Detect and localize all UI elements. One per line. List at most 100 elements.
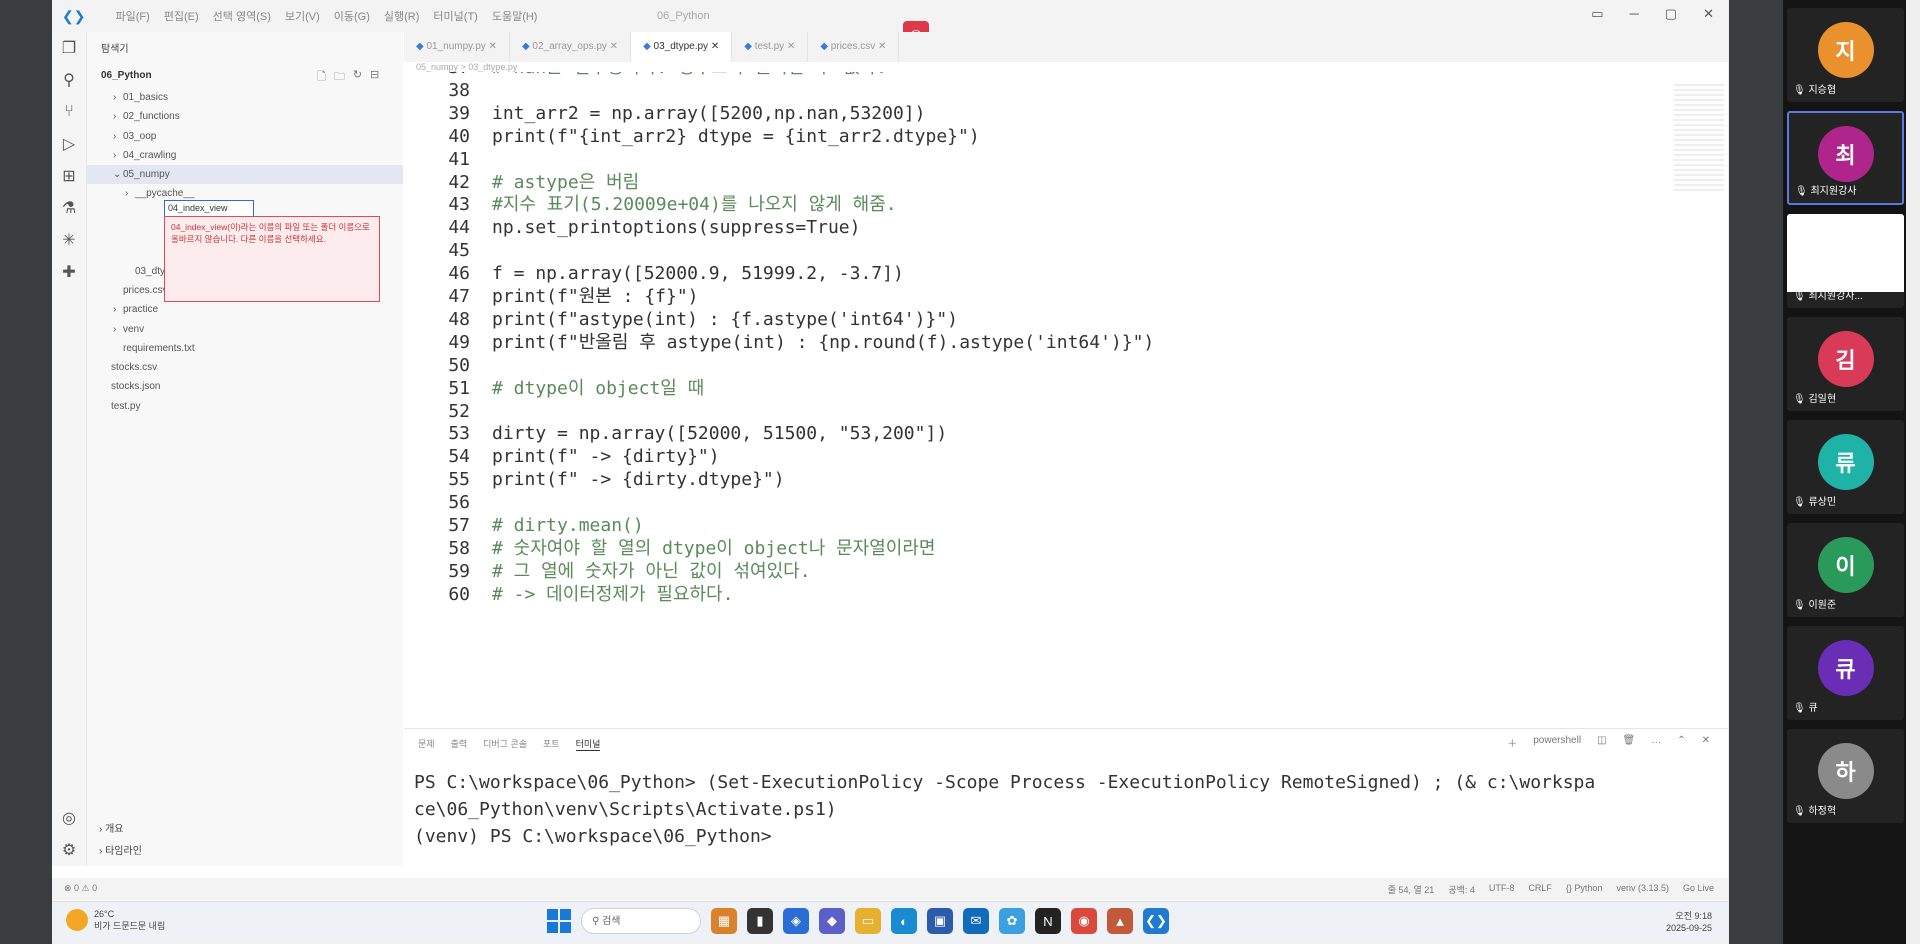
menu-item[interactable]: 보기(V): [285, 8, 320, 24]
collapse-icon[interactable]: ⊟: [370, 68, 379, 87]
project-folder[interactable]: 06_Python: [101, 70, 152, 81]
participant-tile[interactable]: 하 🎙 하정혁: [1787, 729, 1904, 823]
close-button[interactable]: ✕: [1703, 6, 1714, 22]
tree-item[interactable]: › 01_basics: [87, 88, 403, 107]
explorer-icon[interactable]: ❐: [52, 32, 86, 64]
participant-tile[interactable]: 김 🎙 김일현: [1787, 317, 1904, 411]
status-item[interactable]: CRLF: [1528, 883, 1552, 896]
tab-close-icon[interactable]: ✕: [708, 41, 719, 52]
chrome-icon[interactable]: ◉: [1071, 908, 1097, 934]
split-terminal-icon[interactable]: ◫: [1597, 735, 1606, 750]
editor-tab[interactable]: ◆ 02_array_ops.py ✕: [510, 32, 632, 62]
panel-tab[interactable]: 문제: [418, 737, 435, 751]
run-debug-icon[interactable]: ▷: [52, 128, 86, 160]
refresh-icon[interactable]: ↻: [353, 68, 362, 87]
testing-icon[interactable]: ⚗: [52, 192, 86, 224]
status-item[interactable]: {} Python: [1566, 883, 1603, 896]
tree-item[interactable]: › 03_oop: [87, 127, 403, 146]
editor-tab[interactable]: ◆ test.py ✕: [732, 32, 809, 62]
outline-section[interactable]: › 개요: [99, 820, 124, 835]
participant-tile[interactable]: 이 🎙 이원준: [1787, 523, 1904, 617]
code-editor[interactable]: 37# nan은 실수형이다. 정수보다 올라갈 수 없다.3839int_ar…: [404, 72, 1728, 728]
breadcrumb[interactable]: 05_numpy > 03_dtype.py: [416, 62, 517, 72]
outlook-icon[interactable]: ✉: [963, 908, 989, 934]
start-button[interactable]: [547, 909, 571, 933]
problems-count[interactable]: ⊗ 0 ⚠ 0: [64, 883, 97, 894]
participant-tile[interactable]: 류 🎙 류상민: [1787, 420, 1904, 514]
panel-tab[interactable]: 출력: [451, 737, 468, 751]
tree-item[interactable]: › venv: [87, 320, 403, 339]
notion-icon[interactable]: N: [1035, 908, 1061, 934]
status-item[interactable]: Go Live: [1683, 883, 1714, 896]
participant-tile[interactable]: 최 🎙 최지원강사: [1787, 111, 1904, 205]
tree-item[interactable]: › 02_functions: [87, 107, 403, 126]
tree-item[interactable]: stocks.json: [87, 377, 403, 396]
menu-item[interactable]: 이동(G): [334, 8, 370, 24]
tab-close-icon[interactable]: ✕: [784, 41, 795, 52]
settings-icon[interactable]: ⚙: [52, 834, 86, 866]
status-item[interactable]: 줄 54, 열 21: [1388, 883, 1435, 896]
terminal-icon[interactable]: ▮: [747, 908, 773, 934]
maximize-panel-icon[interactable]: ⌃: [1677, 735, 1685, 750]
maximize-button[interactable]: ▢: [1665, 6, 1677, 22]
tree-item[interactable]: stocks.csv: [87, 358, 403, 377]
participant-tile[interactable]: 🎙 최지원강사...: [1787, 214, 1904, 308]
app-icon-2[interactable]: ▲: [1107, 908, 1133, 934]
edge-icon[interactable]: ◐: [891, 908, 917, 934]
new-folder-icon[interactable]: 🗀: [334, 68, 345, 87]
app-icon[interactable]: ▣: [927, 908, 953, 934]
new-file-icon[interactable]: 🗋: [317, 68, 326, 87]
tab-close-icon[interactable]: ✕: [607, 41, 618, 52]
editor-tab[interactable]: ◆ 03_dtype.py ✕: [631, 32, 733, 62]
tree-item[interactable]: ⌄ 05_numpy: [87, 165, 403, 185]
file-explorer-icon[interactable]: ▭: [855, 908, 881, 934]
store-icon[interactable]: ◈: [783, 908, 809, 934]
extensions-icon[interactable]: ⊞: [52, 160, 86, 192]
menu-item[interactable]: 터미널(T): [433, 8, 477, 24]
tree-item[interactable]: requirements.txt: [87, 339, 403, 358]
search-icon[interactable]: ⚲: [52, 64, 86, 96]
editor-tab[interactable]: ◆ 01_numpy.py ✕: [404, 32, 510, 62]
terminal-shell-label[interactable]: powershell: [1533, 735, 1581, 750]
system-clock[interactable]: 오전 9:18 2025-09-25: [1666, 910, 1712, 934]
source-control-icon[interactable]: ⑂: [52, 96, 86, 128]
tab-close-icon[interactable]: ✕: [875, 41, 886, 52]
participant-tile[interactable]: 큐 🎙 큐: [1787, 626, 1904, 720]
remote-icon[interactable]: ✚: [52, 256, 86, 288]
timeline-section[interactable]: › 타임라인: [99, 842, 142, 857]
menu-item[interactable]: 편집(E): [164, 8, 199, 24]
more-icon[interactable]: …: [1651, 735, 1661, 750]
rename-input[interactable]: 04_index_view: [164, 200, 254, 217]
panel-tab[interactable]: 포트: [543, 737, 560, 751]
menu-item[interactable]: 선택 영역(S): [213, 8, 271, 24]
tree-item[interactable]: › 04_crawling: [87, 146, 403, 165]
layout-icon[interactable]: ▭: [1591, 6, 1603, 22]
panel-tab[interactable]: 디버그 콘솔: [483, 737, 527, 751]
status-item[interactable]: venv (3.13.5): [1616, 883, 1669, 896]
terminal-output[interactable]: PS C:\workspace\06_Python> (Set-Executio…: [414, 769, 1595, 850]
new-terminal-icon[interactable]: ＋: [1507, 735, 1517, 750]
trash-icon[interactable]: 🗑: [1623, 735, 1636, 750]
tab-close-icon[interactable]: ✕: [486, 41, 497, 52]
menu-item[interactable]: 파일(F): [115, 8, 149, 24]
status-item[interactable]: 공백: 4: [1448, 883, 1475, 896]
folder-colorful-icon[interactable]: ▦: [711, 908, 737, 934]
teams-icon[interactable]: ◆: [819, 908, 845, 934]
taskbar-search[interactable]: ⚲ 검색: [581, 908, 701, 934]
editor-tab[interactable]: ◆ prices.csv ✕: [808, 32, 900, 62]
tree-item[interactable]: test.py: [87, 397, 403, 416]
account-icon[interactable]: ◎: [52, 802, 86, 834]
menu-item[interactable]: 실행(R): [384, 8, 420, 24]
close-panel-icon[interactable]: ✕: [1702, 735, 1710, 750]
tree-item[interactable]: › practice: [87, 300, 403, 319]
menu-item[interactable]: 도움말(H): [492, 8, 538, 24]
weather-widget[interactable]: 26°C 비가 드문드문 내림: [66, 908, 165, 932]
status-item[interactable]: UTF-8: [1489, 883, 1515, 896]
participant-tile[interactable]: 지 🎙 지승협: [1787, 8, 1904, 102]
panel-tab[interactable]: 터미널: [575, 737, 601, 751]
vscode-icon[interactable]: ❮❯: [1143, 908, 1169, 934]
copilot-icon[interactable]: ✳: [52, 224, 86, 256]
photos-icon[interactable]: ✿: [999, 908, 1025, 934]
minimap[interactable]: [1674, 84, 1724, 194]
minimize-button[interactable]: ─: [1630, 6, 1639, 22]
